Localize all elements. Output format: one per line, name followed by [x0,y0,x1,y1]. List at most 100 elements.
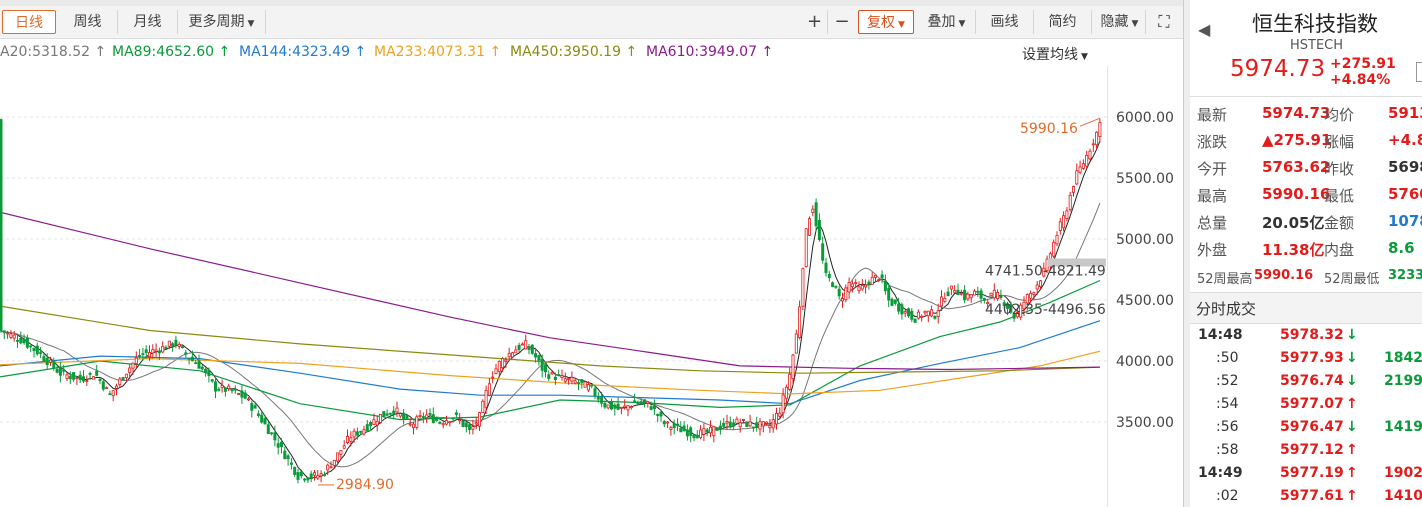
candle-body [626,405,630,411]
candle-body [821,243,825,261]
candle-body [540,358,544,371]
candle-body [154,349,158,352]
candle-body [811,208,815,213]
ma-settings-dropdown[interactable]: 设置均线 ▼ [1022,44,1088,64]
hide-dropdown[interactable]: 隐藏 ▼ [1094,10,1146,34]
candle-body [177,343,181,347]
quote-row: 最高 5990.16最低 5760 [1190,185,1422,209]
arrow-down-icon: ↓ [1346,419,1358,435]
candle-body [230,389,234,392]
candle-body [850,283,854,288]
candle-body [867,281,871,286]
candle-body [296,472,300,480]
candle-body [761,421,765,427]
candle-body [1095,131,1099,146]
candle-body [194,362,198,365]
candle-body [164,347,168,350]
candle-body [751,426,755,429]
candle-body [355,431,359,436]
candle-body [88,372,92,375]
candle-body [940,296,944,307]
fullscreen-icon[interactable]: ⛶ [1150,10,1178,34]
candle-body [735,418,739,424]
candle-body [91,376,95,380]
tick-row: :54 5977.07 ↑ [1190,396,1422,419]
quote-value: ▲275.91 [1262,131,1332,149]
candle-body [1039,280,1043,288]
candle-body [623,405,627,408]
candle-body [329,466,333,469]
candle-body [567,378,571,380]
range-annotation-1: 4741.50-4821.49 [985,264,1106,280]
candle-body [705,429,709,433]
candle-body [808,218,812,236]
candle-body [745,421,749,428]
candle-body [666,421,670,424]
price-change: +275.91 +4.84% [1330,56,1396,88]
candle-body [524,340,528,350]
candle-body [718,425,722,430]
tick-time: :52 [1216,373,1239,389]
tick-row: 14:49 5977.19 ↑ 1902 [1190,465,1422,488]
candle-body [507,352,511,358]
zoom-out-button[interactable]: − [829,10,855,34]
candle-body [382,411,386,417]
more-periods-dropdown[interactable]: 更多周期 ▼ [178,10,266,34]
candle-body [662,421,666,425]
candle-body [62,369,66,372]
overlay-dropdown[interactable]: 叠加 ▼ [918,10,976,34]
quote-value: 11.38亿 [1262,241,1325,259]
candle-body [131,362,135,369]
candle-body [504,359,508,362]
panel-toggle-icon[interactable] [1416,62,1422,82]
chevron-down-icon: ▼ [1131,19,1139,29]
candle-body [801,268,805,307]
candle-body [893,299,897,304]
candle-body [256,413,260,416]
back-arrow-icon[interactable]: ◀ [1198,20,1210,39]
candle-body [408,423,412,426]
candle-body [134,357,138,364]
simple-mode-button[interactable]: 简约 [1034,10,1092,34]
candle-body [115,385,119,389]
candle-body [266,424,270,435]
candle-body [0,119,3,332]
candle-body [715,427,719,431]
period-month-tab[interactable]: 月线 [118,10,178,34]
draw-line-button[interactable]: 画线 [976,10,1034,34]
candle-body [174,339,178,346]
candle-body [151,349,155,354]
candle-body [854,282,858,284]
tick-row: :50 5977.93 ↓ 1842 [1190,350,1422,373]
week52-high-value: 5990.16 [1254,268,1314,283]
fuquan-label: 复权 [867,15,896,31]
arrow-up-icon: ↑ [1346,396,1358,412]
tick-price: 5978.32 [1280,327,1344,343]
candle-body [25,337,29,348]
period-day-tab[interactable]: 日线 [2,10,56,34]
quote-row: 最新 5974.73均价 5913 [1190,104,1422,128]
candle-body [933,315,937,319]
y-tick-label: 4000.00 [1116,354,1174,370]
fuquan-dropdown[interactable]: 复权 ▼ [858,10,914,34]
zoom-in-button[interactable]: + [802,10,828,34]
candle-body [342,445,346,449]
candle-body [560,375,564,379]
candle-body [563,378,567,382]
tick-volume: 2199 [1384,373,1422,389]
period-week-tab[interactable]: 周线 [58,10,118,34]
ma20-line [0,202,1101,468]
candle-body [369,421,373,427]
kline-chart[interactable]: 6000.00 5500.00 5000.00 4500.00 4000.00 3500.… [0,66,1185,507]
arrow-down-icon: ↓ [1346,327,1358,343]
candle-body [497,360,501,372]
candle-body [781,394,785,414]
candle-body [1091,143,1095,146]
candle-body [12,334,16,339]
candle-body [804,228,808,267]
candle-body [936,310,940,317]
y-tick-label: 6000.00 [1116,110,1174,126]
candle-body [263,418,267,425]
candle-body [510,352,514,358]
candle-body [573,380,577,384]
